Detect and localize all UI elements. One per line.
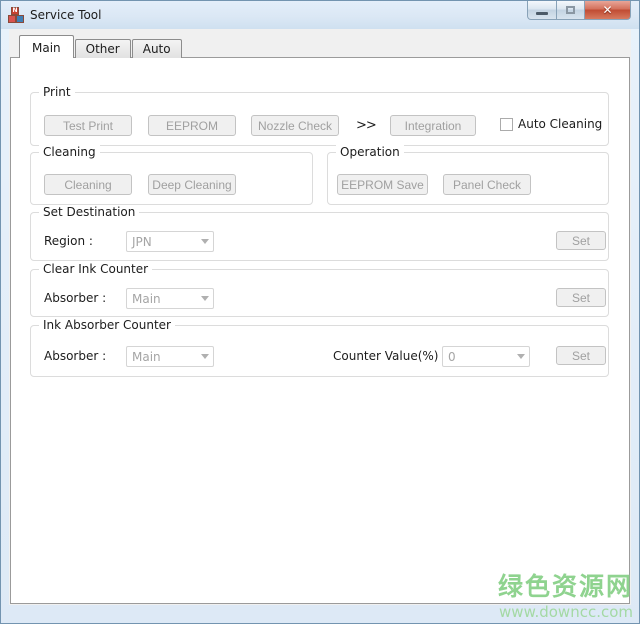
cleaning-group: Cleaning Cleaning Deep Cleaning bbox=[30, 152, 313, 205]
service-tool-window: N Service Tool ✕ Main Other Auto Print T… bbox=[0, 0, 640, 624]
maximize-icon bbox=[566, 6, 575, 14]
auto-cleaning-checkbox[interactable] bbox=[500, 118, 513, 131]
set-destination-group-title: Set Destination bbox=[39, 205, 139, 219]
cleaning-group-title: Cleaning bbox=[39, 145, 100, 159]
ink-absorber-set-button[interactable]: Set bbox=[556, 346, 606, 365]
print-group-title: Print bbox=[39, 85, 75, 99]
set-destination-group: Set Destination Region : JPN Set bbox=[30, 212, 609, 261]
tab-main[interactable]: Main bbox=[19, 35, 74, 58]
close-button[interactable]: ✕ bbox=[585, 1, 631, 20]
nozzle-check-button[interactable]: Nozzle Check bbox=[251, 115, 339, 136]
eeprom-button[interactable]: EEPROM bbox=[148, 115, 236, 136]
counter-value-select[interactable]: 0 bbox=[442, 346, 530, 367]
tab-other[interactable]: Other bbox=[75, 39, 131, 58]
tab-auto[interactable]: Auto bbox=[132, 39, 182, 58]
region-value: JPN bbox=[127, 235, 196, 249]
panel-check-button[interactable]: Panel Check bbox=[443, 174, 531, 195]
clear-ink-absorber-select[interactable]: Main bbox=[126, 288, 214, 309]
chevron-down-icon bbox=[201, 239, 209, 244]
print-group: Print Test Print EEPROM Nozzle Check >> … bbox=[30, 92, 609, 146]
ink-absorber-select[interactable]: Main bbox=[126, 346, 214, 367]
minimize-button[interactable] bbox=[527, 1, 557, 20]
chevron-down-icon bbox=[201, 354, 209, 359]
test-print-button[interactable]: Test Print bbox=[44, 115, 132, 136]
clear-ink-absorber-label: Absorber : bbox=[44, 291, 106, 305]
client-area: Main Other Auto Print Test Print EEPROM … bbox=[9, 29, 631, 605]
title-bar: N Service Tool ✕ bbox=[1, 1, 639, 29]
integration-button[interactable]: Integration bbox=[390, 115, 476, 136]
clear-ink-absorber-value: Main bbox=[127, 292, 196, 306]
cleaning-button[interactable]: Cleaning bbox=[44, 174, 132, 195]
ink-absorber-counter-group-title: Ink Absorber Counter bbox=[39, 318, 175, 332]
clear-ink-counter-group: Clear Ink Counter Absorber : Main Set bbox=[30, 269, 609, 317]
eeprom-save-button[interactable]: EEPROM Save bbox=[337, 174, 428, 195]
set-destination-set-button[interactable]: Set bbox=[556, 231, 606, 250]
maximize-button[interactable] bbox=[557, 1, 585, 20]
chevron-down-icon bbox=[201, 296, 209, 301]
app-icon: N bbox=[8, 7, 24, 23]
region-select[interactable]: JPN bbox=[126, 231, 214, 252]
minimize-icon bbox=[536, 12, 548, 15]
window-title: Service Tool bbox=[30, 8, 101, 22]
clear-ink-counter-group-title: Clear Ink Counter bbox=[39, 262, 152, 276]
watermark-site-url: www.downcc.com bbox=[498, 603, 633, 621]
tab-strip: Main Other Auto bbox=[19, 36, 183, 58]
ink-absorber-label: Absorber : bbox=[44, 349, 106, 363]
close-icon: ✕ bbox=[602, 3, 612, 17]
counter-value: 0 bbox=[443, 350, 512, 364]
ink-absorber-counter-group: Ink Absorber Counter Absorber : Main Cou… bbox=[30, 325, 609, 377]
tab-page-main: Print Test Print EEPROM Nozzle Check >> … bbox=[10, 57, 630, 604]
ink-absorber-value: Main bbox=[127, 350, 196, 364]
chevron-down-icon bbox=[517, 354, 525, 359]
chevron-label: >> bbox=[356, 118, 376, 133]
deep-cleaning-button[interactable]: Deep Cleaning bbox=[148, 174, 236, 195]
auto-cleaning-checkbox-row: Auto Cleaning bbox=[500, 117, 602, 131]
region-label: Region : bbox=[44, 234, 93, 248]
operation-group: Operation EEPROM Save Panel Check bbox=[327, 152, 609, 205]
auto-cleaning-label: Auto Cleaning bbox=[518, 117, 602, 131]
operation-group-title: Operation bbox=[336, 145, 404, 159]
window-controls: ✕ bbox=[527, 1, 631, 20]
clear-ink-set-button[interactable]: Set bbox=[556, 288, 606, 307]
counter-value-label: Counter Value(%) : bbox=[333, 349, 446, 363]
